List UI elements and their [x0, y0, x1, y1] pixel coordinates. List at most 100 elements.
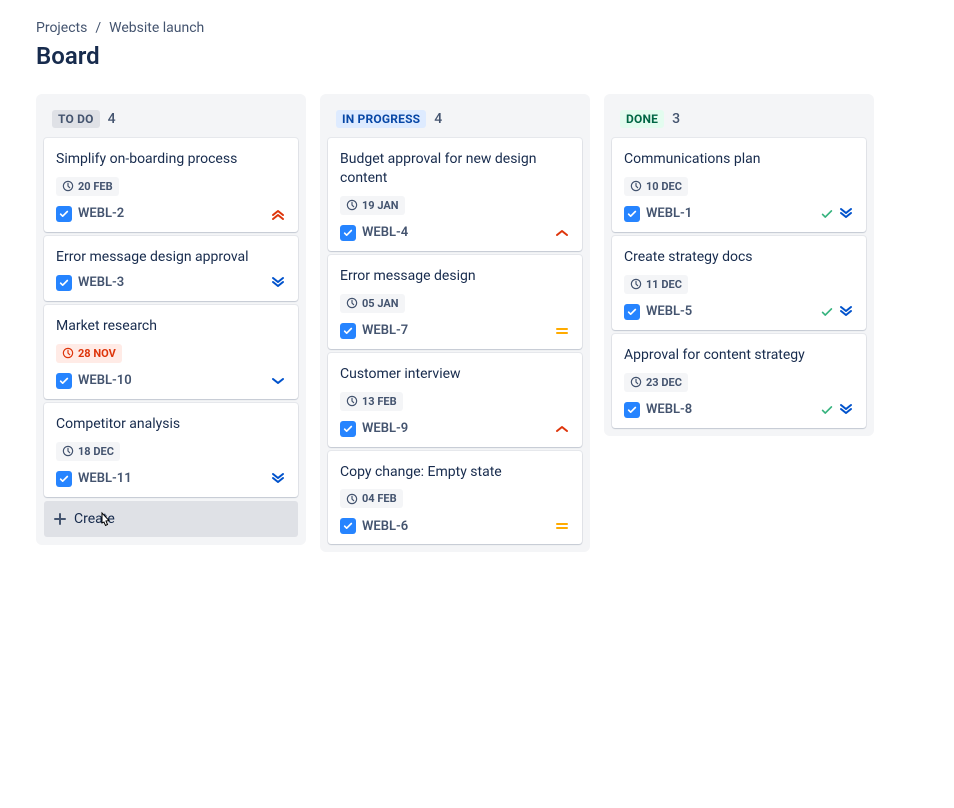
card[interactable]: Budget approval for new design content 19…: [328, 138, 582, 251]
card-footer-left: WEBL-10: [56, 373, 132, 389]
card-title: Budget approval for new design content: [340, 150, 570, 188]
due-date-text: 13 FEB: [362, 395, 397, 408]
card-footer-left: WEBL-4: [340, 225, 408, 241]
cards-list: Budget approval for new design content 19…: [328, 138, 582, 544]
card[interactable]: Communications plan 10 DEC WEBL-1: [612, 138, 866, 232]
due-date-chip: 10 DEC: [624, 177, 688, 196]
clock-icon: [630, 180, 642, 192]
card[interactable]: Market research 28 NOV WEBL-10: [44, 305, 298, 399]
card-footer-right: [270, 373, 286, 389]
card-title: Customer interview: [340, 365, 570, 384]
card-title: Copy change: Empty state: [340, 463, 570, 482]
column-name: IN PROGRESS: [336, 110, 426, 128]
priority-medium-icon: [554, 518, 570, 534]
due-date-text: 20 FEB: [78, 180, 113, 193]
card-title: Error message design approval: [56, 248, 286, 267]
priority-lowest-icon: [838, 402, 854, 418]
issue-key: WEBL-2: [78, 206, 124, 221]
due-date-text: 05 JAN: [362, 297, 399, 310]
card-title: Communications plan: [624, 150, 854, 169]
card[interactable]: Approval for content strategy23 DECWEBL-…: [612, 334, 866, 428]
due-date-chip: 23 DEC: [624, 373, 688, 392]
due-date-chip: 19 JAN: [340, 196, 405, 215]
kanban-board: TO DO 4 Simplify on-boarding process 20 FEB…: [36, 94, 918, 552]
card-footer-left: WEBL-9: [340, 421, 408, 437]
column-count: 3: [672, 111, 680, 127]
due-date-chip: 20 FEB: [56, 177, 119, 196]
issue-key: WEBL-1: [646, 206, 692, 221]
card-footer: WEBL-6: [340, 518, 570, 534]
card-footer-right: [270, 275, 286, 291]
card[interactable]: Create strategy docs11 DECWEBL-5: [612, 236, 866, 330]
card[interactable]: Simplify on-boarding process 20 FEB WEBL-2: [44, 138, 298, 232]
card-footer: WEBL-3: [56, 275, 286, 291]
due-date-text: 10 DEC: [646, 180, 682, 193]
card-title: Simplify on-boarding process: [56, 150, 286, 169]
column-header: IN PROGRESS4: [328, 102, 582, 138]
card-title: Create strategy docs: [624, 248, 854, 267]
clock-icon: [346, 199, 358, 211]
card-footer: WEBL-8: [624, 402, 854, 418]
card-title: Competitor analysis: [56, 415, 286, 434]
breadcrumb-current: Website launch: [109, 20, 204, 36]
card-title: Market research: [56, 317, 286, 336]
cards-list: Communications plan 10 DEC WEBL-1 Create st…: [612, 138, 866, 428]
issue-key: WEBL-6: [362, 519, 408, 534]
card[interactable]: Competitor analysis 18 DEC WEBL-11: [44, 403, 298, 497]
card-footer-right: [270, 206, 286, 222]
card-footer-left: WEBL-11: [56, 471, 132, 487]
due-date-chip: 13 FEB: [340, 392, 403, 411]
due-date-chip: 04 FEB: [340, 489, 403, 508]
task-type-icon: [56, 275, 72, 291]
due-date-text: 19 JAN: [362, 199, 399, 212]
task-type-icon: [340, 225, 356, 241]
card[interactable]: Copy change: Empty state 04 FEB WEBL-6: [328, 451, 582, 545]
card-footer-right: [820, 304, 854, 320]
card-footer: WEBL-7: [340, 323, 570, 339]
priority-lowest-icon: [270, 275, 286, 291]
column-count: 4: [108, 111, 116, 127]
done-check-icon: [820, 403, 834, 417]
clock-icon: [62, 347, 74, 359]
card-footer-left: WEBL-5: [624, 304, 692, 320]
due-date-chip: 28 NOV: [56, 344, 122, 363]
card-footer-left: WEBL-1: [624, 206, 692, 222]
card-footer: WEBL-2: [56, 206, 286, 222]
priority-low-icon: [270, 373, 286, 389]
create-card-button[interactable]: Create: [44, 501, 298, 537]
card[interactable]: Customer interview 13 FEB WEBL-9: [328, 353, 582, 447]
column-header: DONE3: [612, 102, 866, 138]
card-footer-left: WEBL-2: [56, 206, 124, 222]
column-name: TO DO: [52, 110, 100, 128]
clock-icon: [630, 278, 642, 290]
task-type-icon: [624, 402, 640, 418]
column-inprogress: IN PROGRESS4Budget approval for new desi…: [320, 94, 590, 552]
page-title: Board: [36, 42, 918, 70]
card-footer: WEBL-11: [56, 471, 286, 487]
plus-icon: [52, 511, 68, 527]
card-footer-left: WEBL-8: [624, 402, 692, 418]
clock-icon: [346, 395, 358, 407]
clock-icon: [62, 180, 74, 192]
done-check-icon: [820, 305, 834, 319]
card-footer-right: [554, 225, 570, 241]
cards-list: Simplify on-boarding process 20 FEB WEBL-2…: [44, 138, 298, 497]
issue-key: WEBL-8: [646, 402, 692, 417]
issue-key: WEBL-4: [362, 225, 408, 240]
clock-icon: [630, 376, 642, 388]
clock-icon: [346, 297, 358, 309]
card[interactable]: Error message design05 JANWEBL-7: [328, 255, 582, 349]
card-footer: WEBL-4: [340, 225, 570, 241]
priority-lowest-icon: [270, 471, 286, 487]
due-date-text: 18 DEC: [78, 445, 114, 458]
task-type-icon: [340, 518, 356, 534]
breadcrumb-root-link[interactable]: Projects: [36, 20, 87, 36]
breadcrumb-separator: /: [95, 20, 101, 36]
task-type-icon: [56, 471, 72, 487]
clock-icon: [62, 445, 74, 457]
issue-key: WEBL-11: [78, 471, 132, 486]
column-done: DONE3 Communications plan 10 DEC WEBL-1 Crea…: [604, 94, 874, 436]
issue-key: WEBL-3: [78, 275, 124, 290]
create-label: Create: [74, 511, 115, 527]
card[interactable]: Error message design approval WEBL-3: [44, 236, 298, 301]
